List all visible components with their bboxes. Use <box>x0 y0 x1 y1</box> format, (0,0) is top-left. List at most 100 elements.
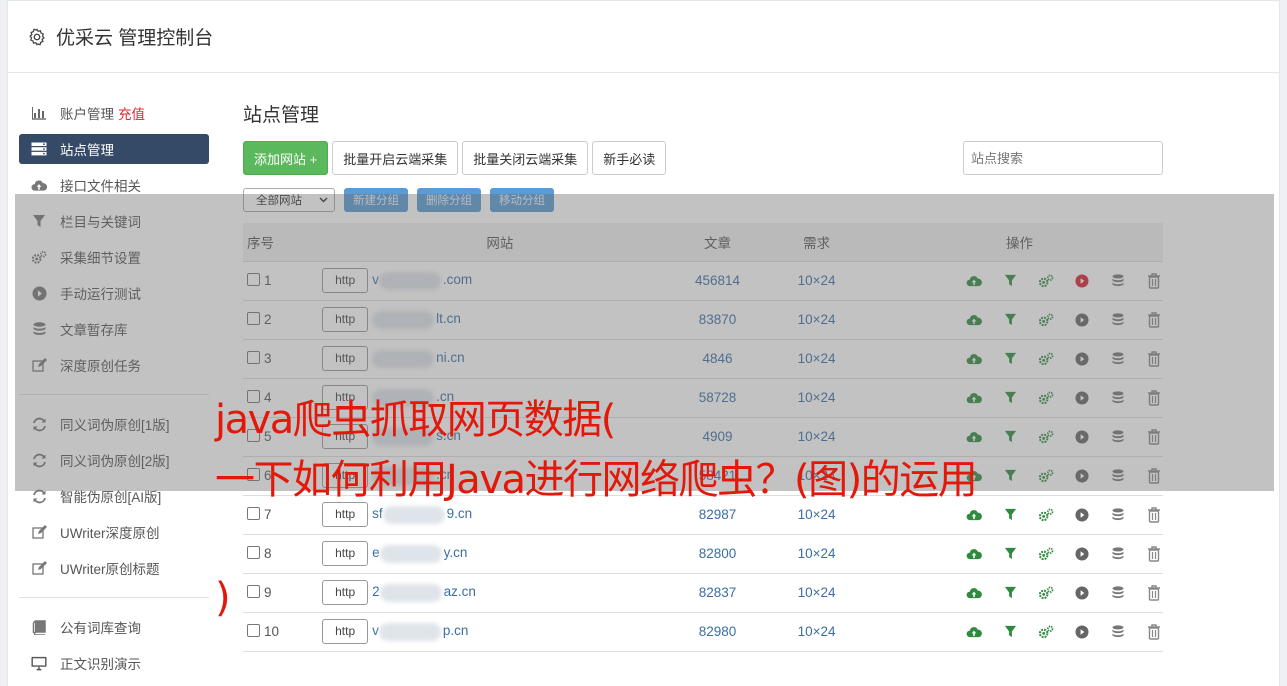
delete-group-button[interactable]: 删除分组 <box>417 188 481 212</box>
row-checkbox[interactable] <box>247 624 260 637</box>
cogs-icon[interactable] <box>1038 467 1055 484</box>
cloud-upload-icon[interactable] <box>966 272 983 289</box>
demand-link[interactable]: 10×24 <box>798 624 836 639</box>
row-checkbox[interactable] <box>247 585 260 598</box>
row-checkbox[interactable] <box>247 507 260 520</box>
protocol-button[interactable]: http <box>322 502 369 527</box>
demand-link[interactable]: 10×24 <box>798 585 836 600</box>
filter-icon[interactable] <box>1002 272 1019 289</box>
protocol-button[interactable]: http <box>322 385 369 410</box>
trash-icon[interactable] <box>1146 545 1163 562</box>
play-icon[interactable] <box>1074 389 1091 406</box>
protocol-button[interactable]: http <box>322 541 369 566</box>
cloud-upload-icon[interactable] <box>966 506 983 523</box>
sidebar-item[interactable]: 深度原创任务 <box>19 347 209 383</box>
sidebar-item[interactable]: UWriter原创标题 <box>19 550 209 586</box>
cloud-upload-icon[interactable] <box>966 467 983 484</box>
protocol-button[interactable]: http <box>322 424 369 449</box>
site-link[interactable]: .cn <box>372 466 454 485</box>
demand-link[interactable]: 10×24 <box>798 390 836 405</box>
filter-icon[interactable] <box>1002 467 1019 484</box>
database-icon[interactable] <box>1110 545 1127 562</box>
cloud-upload-icon[interactable] <box>966 584 983 601</box>
trash-icon[interactable] <box>1146 506 1163 523</box>
cloud-upload-icon[interactable] <box>966 623 983 640</box>
play-icon[interactable] <box>1074 467 1091 484</box>
play-icon[interactable] <box>1074 623 1091 640</box>
play-icon[interactable] <box>1074 584 1091 601</box>
site-link[interactable]: v .com <box>372 271 472 290</box>
protocol-button[interactable]: http <box>322 346 369 371</box>
trash-icon[interactable] <box>1146 623 1163 640</box>
filter-icon[interactable] <box>1002 545 1019 562</box>
batch-disable-button[interactable]: 批量关闭云端采集 <box>462 141 589 175</box>
article-count-link[interactable]: 82980 <box>699 624 737 639</box>
sidebar-item[interactable]: 公有词库查询 <box>19 609 209 645</box>
cloud-upload-icon[interactable] <box>966 350 983 367</box>
article-count-link[interactable]: 82800 <box>699 546 737 561</box>
cogs-icon[interactable] <box>1038 389 1055 406</box>
sidebar-item[interactable]: 采集细节设置 <box>19 239 209 275</box>
database-icon[interactable] <box>1110 623 1127 640</box>
article-count-link[interactable]: 58421 <box>699 468 737 483</box>
database-icon[interactable] <box>1110 350 1127 367</box>
site-link[interactable]: 2 az.cn <box>372 583 476 602</box>
cogs-icon[interactable] <box>1038 623 1055 640</box>
filter-icon[interactable] <box>1002 623 1019 640</box>
site-link[interactable]: sf 9.cn <box>372 505 472 524</box>
site-link[interactable]: ni.cn <box>372 349 465 368</box>
filter-icon[interactable] <box>1002 389 1019 406</box>
filter-icon[interactable] <box>1002 350 1019 367</box>
recharge-link[interactable]: 充值 <box>118 103 145 123</box>
demand-link[interactable]: 10×24 <box>798 273 836 288</box>
cogs-icon[interactable] <box>1038 545 1055 562</box>
play-icon[interactable] <box>1074 272 1091 289</box>
trash-icon[interactable] <box>1146 389 1163 406</box>
cogs-icon[interactable] <box>1038 311 1055 328</box>
batch-enable-button[interactable]: 批量开启云端采集 <box>332 141 459 175</box>
database-icon[interactable] <box>1110 584 1127 601</box>
demand-link[interactable]: 10×24 <box>798 312 836 327</box>
demand-link[interactable]: 10×24 <box>798 351 836 366</box>
cloud-upload-icon[interactable] <box>966 311 983 328</box>
sidebar-item[interactable]: UWriter深度原创 <box>19 514 209 550</box>
protocol-button[interactable]: http <box>322 307 369 332</box>
site-link[interactable]: s.cn <box>372 427 461 446</box>
filter-icon[interactable] <box>1002 311 1019 328</box>
article-count-link[interactable]: 82987 <box>699 507 737 522</box>
sidebar-item[interactable]: 智能伪原创[AI版] <box>19 478 209 514</box>
cogs-icon[interactable] <box>1038 350 1055 367</box>
demand-link[interactable]: 10×24 <box>798 468 836 483</box>
play-icon[interactable] <box>1074 506 1091 523</box>
trash-icon[interactable] <box>1146 272 1163 289</box>
protocol-button[interactable]: http <box>322 580 369 605</box>
move-group-button[interactable]: 移动分组 <box>490 188 554 212</box>
cloud-upload-icon[interactable] <box>966 428 983 445</box>
protocol-button[interactable]: http <box>322 463 369 488</box>
protocol-button[interactable]: http <box>322 268 369 293</box>
cogs-icon[interactable] <box>1038 506 1055 523</box>
trash-icon[interactable] <box>1146 428 1163 445</box>
trash-icon[interactable] <box>1146 350 1163 367</box>
sidebar-item[interactable]: 同义词伪原创[2版] <box>19 442 209 478</box>
article-count-link[interactable]: 4846 <box>702 351 732 366</box>
database-icon[interactable] <box>1110 506 1127 523</box>
play-icon[interactable] <box>1074 311 1091 328</box>
row-checkbox[interactable] <box>247 312 260 325</box>
trash-icon[interactable] <box>1146 467 1163 484</box>
cloud-upload-icon[interactable] <box>966 545 983 562</box>
sidebar-item[interactable]: 文章暂存库 <box>19 311 209 347</box>
sidebar-item[interactable]: 同义词伪原创[1版] <box>19 406 209 442</box>
trash-icon[interactable] <box>1146 584 1163 601</box>
article-count-link[interactable]: 456814 <box>695 273 740 288</box>
filter-icon[interactable] <box>1002 428 1019 445</box>
article-count-link[interactable]: 4909 <box>702 429 732 444</box>
row-checkbox[interactable] <box>247 390 260 403</box>
article-count-link[interactable]: 58728 <box>699 390 737 405</box>
cogs-icon[interactable] <box>1038 584 1055 601</box>
article-count-link[interactable]: 83870 <box>699 312 737 327</box>
database-icon[interactable] <box>1110 389 1127 406</box>
row-checkbox[interactable] <box>247 546 260 559</box>
sidebar-item[interactable]: 站点管理 <box>19 134 209 164</box>
play-icon[interactable] <box>1074 545 1091 562</box>
